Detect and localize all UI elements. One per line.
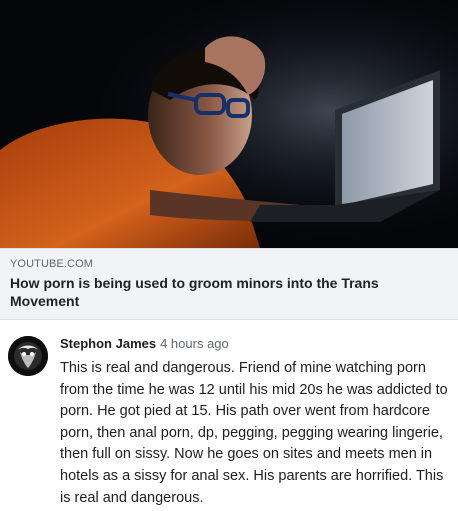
link-title[interactable]: How porn is being used to groom minors i… [10,274,448,310]
comment-header: Stephon James 4 hours ago [60,336,450,352]
thumbnail-image [0,0,458,248]
link-domain: YOUTUBE.COM [10,258,93,270]
link-thumbnail[interactable] [0,0,458,248]
link-meta[interactable]: YOUTUBE.COM How porn is being used to gr… [0,248,458,320]
shared-link-card[interactable]: YOUTUBE.COM How porn is being used to gr… [0,0,458,320]
comment: Stephon James 4 hours ago This is real an… [0,320,458,509]
comment-body: Stephon James 4 hours ago This is real an… [60,330,450,509]
avatar-image [8,336,48,376]
comment-author[interactable]: Stephon James [60,336,156,351]
avatar[interactable] [8,336,48,376]
comment-time[interactable]: 4 hours ago [160,336,229,351]
comment-text: This is real and dangerous. Friend of mi… [60,360,448,506]
